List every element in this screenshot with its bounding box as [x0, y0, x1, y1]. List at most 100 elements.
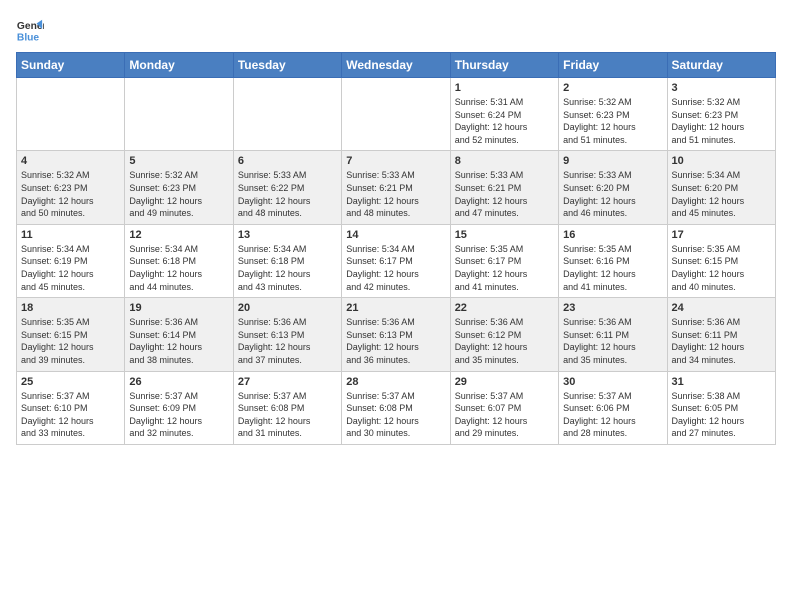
day-number: 13: [238, 229, 337, 241]
calendar-cell: 13 Sunrise: 5:34 AM Sunset: 6:18 PM Dayli…: [233, 224, 341, 297]
calendar-cell: 22Sunrise: 5:36 AM Sunset: 6:12 PM Dayli…: [450, 298, 558, 371]
day-number: 27: [238, 376, 337, 388]
calendar-cell: [342, 78, 450, 151]
day-info: Sunrise: 5:34 AM Sunset: 6:18 PM Dayligh…: [238, 243, 337, 293]
weekday-header-thursday: Thursday: [450, 53, 558, 78]
day-info: Sunrise: 5:33 AM Sunset: 6:21 PM Dayligh…: [346, 169, 445, 219]
day-number: 22: [455, 302, 554, 314]
weekday-header-monday: Monday: [125, 53, 233, 78]
day-number: 8: [455, 155, 554, 167]
day-number: 10: [672, 155, 771, 167]
day-number: 17: [672, 229, 771, 241]
day-number: 20: [238, 302, 337, 314]
calendar-week-row: 4 Sunrise: 5:32 AM Sunset: 6:23 PM Daylig…: [17, 151, 776, 224]
weekday-header-saturday: Saturday: [667, 53, 775, 78]
day-number: 5: [129, 155, 228, 167]
calendar-cell: 19 Sunrise: 5:36 AM Sunset: 6:14 PM Dayli…: [125, 298, 233, 371]
day-number: 23: [563, 302, 662, 314]
day-info: Sunrise: 5:32 AM Sunset: 6:23 PM Dayligh…: [672, 96, 771, 146]
day-info: Sunrise: 5:35 AM Sunset: 6:17 PM Dayligh…: [455, 243, 554, 293]
calendar-cell: 23 Sunrise: 5:36 AM Sunset: 6:11 PM Dayli…: [559, 298, 667, 371]
calendar-cell: 24Sunrise: 5:36 AM Sunset: 6:11 PM Dayli…: [667, 298, 775, 371]
calendar-cell: 1Sunrise: 5:31 AM Sunset: 6:24 PM Daylig…: [450, 78, 558, 151]
calendar-week-row: 1Sunrise: 5:31 AM Sunset: 6:24 PM Daylig…: [17, 78, 776, 151]
calendar-cell: 18 Sunrise: 5:35 AM Sunset: 6:15 PM Dayli…: [17, 298, 125, 371]
day-info: Sunrise: 5:36 AM Sunset: 6:11 PM Dayligh…: [563, 316, 662, 366]
weekday-header-tuesday: Tuesday: [233, 53, 341, 78]
day-info: Sunrise: 5:34 AM Sunset: 6:19 PM Dayligh…: [21, 243, 120, 293]
calendar-cell: 27 Sunrise: 5:37 AM Sunset: 6:08 PM Dayli…: [233, 371, 341, 444]
day-number: 4: [21, 155, 120, 167]
calendar-cell: 17 Sunrise: 5:35 AM Sunset: 6:15 PM Dayli…: [667, 224, 775, 297]
day-info: Sunrise: 5:37 AM Sunset: 6:09 PM Dayligh…: [129, 390, 228, 440]
day-info: Sunrise: 5:37 AM Sunset: 6:08 PM Dayligh…: [346, 390, 445, 440]
day-info: Sunrise: 5:35 AM Sunset: 6:15 PM Dayligh…: [21, 316, 120, 366]
day-number: 6: [238, 155, 337, 167]
day-info: Sunrise: 5:35 AM Sunset: 6:15 PM Dayligh…: [672, 243, 771, 293]
day-number: 14: [346, 229, 445, 241]
calendar-cell: 12 Sunrise: 5:34 AM Sunset: 6:18 PM Dayli…: [125, 224, 233, 297]
calendar-cell: 3 Sunrise: 5:32 AM Sunset: 6:23 PM Daylig…: [667, 78, 775, 151]
day-number: 24: [672, 302, 771, 314]
calendar-cell: 7 Sunrise: 5:33 AM Sunset: 6:21 PM Daylig…: [342, 151, 450, 224]
svg-text:Blue: Blue: [17, 32, 40, 43]
calendar-cell: 8 Sunrise: 5:33 AM Sunset: 6:21 PM Daylig…: [450, 151, 558, 224]
day-info: Sunrise: 5:36 AM Sunset: 6:14 PM Dayligh…: [129, 316, 228, 366]
day-info: Sunrise: 5:32 AM Sunset: 6:23 PM Dayligh…: [129, 169, 228, 219]
calendar-cell: 5 Sunrise: 5:32 AM Sunset: 6:23 PM Daylig…: [125, 151, 233, 224]
calendar-cell: [125, 78, 233, 151]
day-number: 7: [346, 155, 445, 167]
day-number: 11: [21, 229, 120, 241]
day-number: 31: [672, 376, 771, 388]
calendar-week-row: 18 Sunrise: 5:35 AM Sunset: 6:15 PM Dayli…: [17, 298, 776, 371]
calendar-cell: 6 Sunrise: 5:33 AM Sunset: 6:22 PM Daylig…: [233, 151, 341, 224]
day-info: Sunrise: 5:34 AM Sunset: 6:20 PM Dayligh…: [672, 169, 771, 219]
day-info: Sunrise: 5:32 AM Sunset: 6:23 PM Dayligh…: [563, 96, 662, 146]
calendar-cell: [17, 78, 125, 151]
day-info: Sunrise: 5:37 AM Sunset: 6:10 PM Dayligh…: [21, 390, 120, 440]
day-info: Sunrise: 5:35 AM Sunset: 6:16 PM Dayligh…: [563, 243, 662, 293]
calendar-cell: 25 Sunrise: 5:37 AM Sunset: 6:10 PM Dayli…: [17, 371, 125, 444]
day-number: 21: [346, 302, 445, 314]
logo-icon: General Blue: [16, 16, 44, 44]
day-number: 25: [21, 376, 120, 388]
day-number: 26: [129, 376, 228, 388]
day-number: 19: [129, 302, 228, 314]
day-number: 18: [21, 302, 120, 314]
calendar-cell: 4 Sunrise: 5:32 AM Sunset: 6:23 PM Daylig…: [17, 151, 125, 224]
calendar-cell: 30Sunrise: 5:37 AM Sunset: 6:06 PM Dayli…: [559, 371, 667, 444]
day-number: 30: [563, 376, 662, 388]
day-info: Sunrise: 5:37 AM Sunset: 6:07 PM Dayligh…: [455, 390, 554, 440]
calendar-cell: 2 Sunrise: 5:32 AM Sunset: 6:23 PM Daylig…: [559, 78, 667, 151]
calendar-cell: 15 Sunrise: 5:35 AM Sunset: 6:17 PM Dayli…: [450, 224, 558, 297]
calendar-cell: 31 Sunrise: 5:38 AM Sunset: 6:05 PM Dayli…: [667, 371, 775, 444]
day-info: Sunrise: 5:38 AM Sunset: 6:05 PM Dayligh…: [672, 390, 771, 440]
day-number: 2: [563, 82, 662, 94]
day-info: Sunrise: 5:33 AM Sunset: 6:21 PM Dayligh…: [455, 169, 554, 219]
calendar-cell: 14 Sunrise: 5:34 AM Sunset: 6:17 PM Dayli…: [342, 224, 450, 297]
calendar-cell: 28Sunrise: 5:37 AM Sunset: 6:08 PM Dayli…: [342, 371, 450, 444]
calendar-week-row: 11 Sunrise: 5:34 AM Sunset: 6:19 PM Dayli…: [17, 224, 776, 297]
weekday-header-friday: Friday: [559, 53, 667, 78]
weekday-header-wednesday: Wednesday: [342, 53, 450, 78]
calendar-cell: 26 Sunrise: 5:37 AM Sunset: 6:09 PM Dayli…: [125, 371, 233, 444]
day-number: 16: [563, 229, 662, 241]
day-info: Sunrise: 5:36 AM Sunset: 6:13 PM Dayligh…: [238, 316, 337, 366]
day-number: 9: [563, 155, 662, 167]
calendar-cell: 20 Sunrise: 5:36 AM Sunset: 6:13 PM Dayli…: [233, 298, 341, 371]
calendar-cell: 10 Sunrise: 5:34 AM Sunset: 6:20 PM Dayli…: [667, 151, 775, 224]
calendar-cell: 16 Sunrise: 5:35 AM Sunset: 6:16 PM Dayli…: [559, 224, 667, 297]
day-number: 12: [129, 229, 228, 241]
day-info: Sunrise: 5:34 AM Sunset: 6:17 PM Dayligh…: [346, 243, 445, 293]
day-info: Sunrise: 5:37 AM Sunset: 6:08 PM Dayligh…: [238, 390, 337, 440]
day-number: 1: [455, 82, 554, 94]
day-number: 3: [672, 82, 771, 94]
day-info: Sunrise: 5:33 AM Sunset: 6:22 PM Dayligh…: [238, 169, 337, 219]
day-info: Sunrise: 5:34 AM Sunset: 6:18 PM Dayligh…: [129, 243, 228, 293]
logo: General Blue: [16, 16, 48, 44]
calendar-cell: 29Sunrise: 5:37 AM Sunset: 6:07 PM Dayli…: [450, 371, 558, 444]
day-number: 15: [455, 229, 554, 241]
calendar-cell: 9Sunrise: 5:33 AM Sunset: 6:20 PM Daylig…: [559, 151, 667, 224]
day-info: Sunrise: 5:32 AM Sunset: 6:23 PM Dayligh…: [21, 169, 120, 219]
calendar-cell: [233, 78, 341, 151]
